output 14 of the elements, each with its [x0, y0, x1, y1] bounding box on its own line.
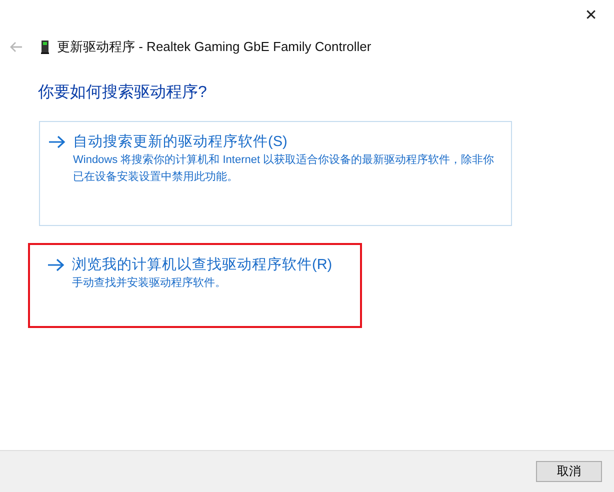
- close-button[interactable]: ✕: [568, 0, 614, 30]
- option-link[interactable]: 自动搜索更新的驱动程序软件(S) Windows 将搜索你的计算机和 Internet 以获取适合你设备的最新驱动程序软件，除非你已在设备安装设置中禁用此功能。: [39, 121, 512, 226]
- option-link[interactable]: 浏览我的计算机以查找驱动程序软件(R) 手动查找并安装驱动程序软件。: [28, 243, 362, 328]
- option-description: 手动查找并安装驱动程序软件。: [72, 276, 227, 291]
- arrow-icon: [48, 134, 66, 148]
- option-description: Windows 将搜索你的计算机和 Internet 以获取适合你设备的最新驱动程序软件，除非你已在设备安装设置中禁用此功能。: [73, 152, 496, 185]
- cancel-button[interactable]: 取消: [536, 461, 602, 482]
- option-title: 自动搜索更新的驱动程序软件(S): [73, 132, 288, 151]
- option-title: 浏览我的计算机以查找驱动程序软件(R): [72, 256, 332, 274]
- arrow-icon: [47, 258, 65, 272]
- window-title: 更新驱动程序 - Realtek Gaming GbE Family Controller: [57, 38, 372, 56]
- back-arrow-icon[interactable]: [9, 41, 23, 53]
- network-card-icon: [41, 40, 49, 54]
- question-heading: 你要如何搜索驱动程序?: [38, 82, 208, 103]
